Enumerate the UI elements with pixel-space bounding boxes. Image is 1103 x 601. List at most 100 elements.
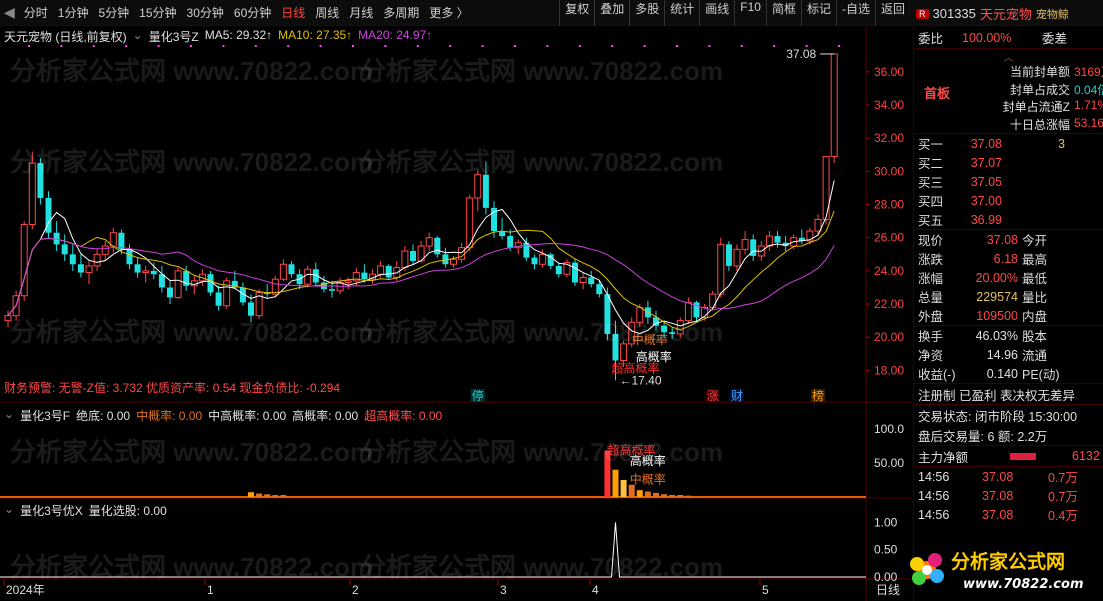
sub1-zhong-label: 中概率 [630, 471, 666, 486]
candle-body [596, 284, 603, 295]
bid-row[interactable]: 买三 37.05 [914, 172, 1103, 191]
toolbar-button[interactable]: 返回 [876, 0, 910, 26]
candle-body [669, 332, 676, 334]
candle-body [539, 253, 547, 265]
seal-row: 十日总涨幅 53.16% [994, 116, 1103, 134]
bid-price: 37.05 [970, 174, 1002, 189]
price-tick-label: 34.00 [874, 98, 904, 112]
signal-dot [546, 45, 549, 47]
formula-name[interactable]: 量化3号Z [149, 28, 199, 45]
candle-body [248, 302, 254, 316]
seal-row: 封单占流通Z 1.71% [994, 98, 1103, 116]
event-marker: 停 [472, 388, 484, 403]
signal-dot [157, 45, 160, 47]
toolbar-button[interactable]: -自选 [837, 0, 875, 26]
period-tab[interactable]: 30分钟 [182, 4, 229, 21]
toolbar-button[interactable]: 统计 [665, 0, 699, 26]
signal-dot [416, 45, 419, 47]
candle-body [304, 268, 312, 285]
signal-dot [708, 45, 711, 47]
candle-body [684, 301, 692, 322]
stat-value: 14.96 [986, 347, 1018, 362]
signal-dot [92, 45, 95, 47]
toolbar-button[interactable]: 标记 [802, 0, 836, 26]
sub2-axis-label: 0.00 [874, 570, 898, 584]
bid-row[interactable]: 买二 37.07 [914, 153, 1103, 172]
prob-bar [636, 490, 643, 497]
period-tab[interactable]: 更多 〉 [424, 4, 473, 21]
stock-code: 301335 [932, 6, 976, 21]
price-tick-label: 30.00 [874, 164, 904, 178]
toolbar-button[interactable]: 复权 [560, 0, 594, 26]
time-tick-label: 2024年 [6, 583, 45, 597]
period-tab[interactable]: 60分钟 [229, 4, 276, 21]
bid-row[interactable]: 买四 37.00 [914, 191, 1103, 210]
tick-row: 14:56 37.08 0.7万 [914, 486, 1103, 505]
sub1-title[interactable]: 量化3号F [20, 407, 70, 424]
prob-bar [628, 484, 635, 497]
candle-body [69, 254, 76, 265]
bid-label: 买三 [918, 176, 944, 190]
site-logo: 分析家公式网 www.70822.com [910, 550, 1084, 592]
period-tab[interactable]: 多周期 [378, 4, 424, 21]
toolbar-button[interactable]: 多股 [630, 0, 664, 26]
toolbar-button[interactable]: F10 [735, 0, 766, 26]
chart-area[interactable]: 36.00 34.00 32.00 30.00 28.00 26.00 24.00 22.00… [0, 27, 912, 601]
period-tab[interactable]: 15分钟 [134, 4, 181, 21]
stock-header: R 301335 天元宠物 宠物鲸 [916, 4, 1069, 23]
finance-warning-text: 财务预警: 无警-Z值: 3.732 优质资产率: 0.54 现金负债比: -0… [4, 381, 341, 395]
low-price-label: ←17.40 [620, 373, 662, 387]
stat-row: 收益(-) 0.140 PE(动) [914, 364, 1103, 383]
seal-list: 当前封单额 3169万封单占成交 0.04倍封单占流通Z 1.71% 十日总涨幅 53.1… [994, 63, 1103, 133]
seal-block: 首板 当前封单额 3169万封单占成交 0.04倍封单占流通Z 1.71% 十日总涨幅 5… [914, 63, 1103, 133]
weibi-row: 委比 100.00% 委差 [914, 27, 1103, 49]
period-tab[interactable]: 5分钟 [93, 4, 134, 21]
toolbar-button[interactable]: 画线 [700, 0, 734, 26]
sub1-gao-label: 高概率 [630, 453, 666, 468]
toolbar-button[interactable]: 叠加 [595, 0, 629, 26]
collapse-icon[interactable]: ︿ [914, 49, 1103, 64]
reg-row: 注册制 已盈利 表决权无差异 [918, 388, 1075, 403]
stock-tag: 宠物鲸 [1035, 8, 1069, 21]
period-tab[interactable]: 日线 [276, 4, 310, 21]
quote-row: 现价 37.08 今开 [914, 230, 1103, 249]
stat-label: 换手 [918, 330, 944, 344]
candle-body [830, 53, 838, 157]
candle-body [329, 289, 335, 291]
tick-row: 14:56 37.08 0.7万 [914, 467, 1103, 486]
back-arrow-icon[interactable]: ◀ [0, 4, 19, 21]
quote-row: 总量 229574 量比 [914, 287, 1103, 306]
bid-row[interactable]: 买一 37.08 3 [914, 134, 1103, 153]
bid-row[interactable]: 买五 36.99 [914, 210, 1103, 229]
sub2-dropdown-icon[interactable]: ⌄ [4, 502, 14, 519]
candle-body [77, 264, 84, 273]
seal-value: 0.04倍 [1074, 82, 1103, 97]
signal-dot [643, 45, 646, 47]
seal-label: 十日总涨幅 [1009, 117, 1070, 132]
seal-row: 当前封单额 3169万 [994, 63, 1103, 81]
period-tab[interactable]: 月线 [344, 4, 378, 21]
quote-row: 外盘 109500 内盘 [914, 306, 1103, 325]
signal-dot [676, 45, 678, 47]
sub1-dropdown-icon[interactable]: ⌄ [4, 407, 14, 424]
tick-volume: 0.7万 [1048, 490, 1078, 504]
candle-body [344, 280, 352, 284]
candle-body [279, 263, 287, 280]
period-tab[interactable]: 1分钟 [53, 4, 94, 21]
candle-body [385, 265, 392, 278]
flower-logo-icon [910, 553, 944, 585]
candle-body [555, 265, 562, 275]
chart-title: 天元宠物 (日线,前复权) [4, 30, 127, 44]
toolbar-button[interactable]: 简框 [767, 0, 801, 26]
sub2-title[interactable]: 量化3号优X [20, 502, 83, 519]
candle-body [733, 248, 741, 267]
dropdown-icon[interactable]: ⌄ [133, 28, 143, 45]
period-tab[interactable]: 分时 [19, 4, 53, 21]
price-tick-label: 32.00 [874, 131, 904, 145]
period-tab[interactable]: 周线 [310, 4, 344, 21]
period-tabs: 分时 1分钟 5分钟 15分钟 30分钟 60分钟 日线 周线 月线 多周期 更多 〉 [19, 4, 474, 21]
seal-row: 封单占成交 0.04倍 [994, 81, 1103, 99]
signal-dot [773, 45, 776, 47]
prob-bar [685, 495, 692, 497]
signal-dot [254, 45, 257, 47]
